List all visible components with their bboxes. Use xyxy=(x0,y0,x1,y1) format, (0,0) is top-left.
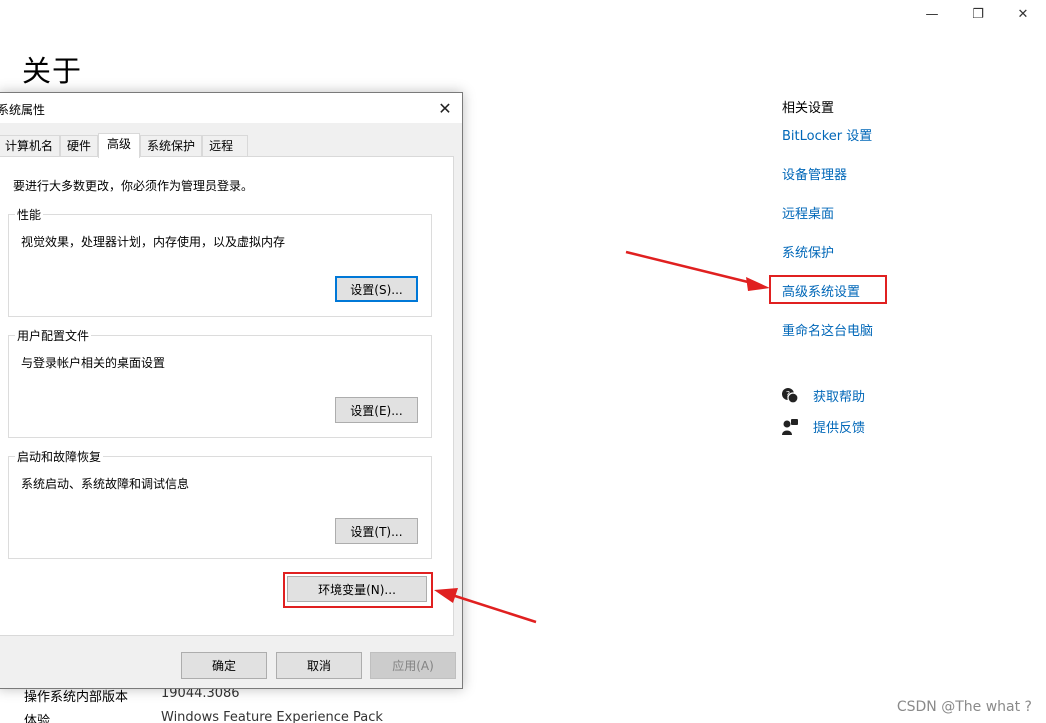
chat-help-icon: ? xyxy=(781,387,799,405)
link-bitlocker[interactable]: BitLocker 设置 xyxy=(782,125,872,144)
feedback-link[interactable]: 提供反馈 xyxy=(781,417,865,436)
link-device-manager[interactable]: 设备管理器 xyxy=(782,164,847,183)
system-properties-dialog: 系统属性 ✕ 计算机名 硬件 高级 系统保护 远程 要进行大多数更改，你必须作为… xyxy=(0,92,463,689)
performance-group: 性能 视觉效果，处理器计划，内存使用，以及虚拟内存 设置(S)... xyxy=(8,206,432,317)
performance-label: 性能 xyxy=(15,206,44,223)
startup-recovery-settings-button[interactable]: 设置(T)... xyxy=(335,518,418,544)
get-help-link[interactable]: ? 获取帮助 xyxy=(781,386,865,405)
tab-remote[interactable]: 远程 xyxy=(202,135,249,157)
tab-system-protection[interactable]: 系统保护 xyxy=(140,135,203,157)
link-remote-desktop[interactable]: 远程桌面 xyxy=(782,203,834,222)
link-system-protection[interactable]: 系统保护 xyxy=(782,242,834,261)
minimize-button[interactable]: — xyxy=(909,2,955,26)
highlight-box-advanced-settings xyxy=(769,275,887,304)
watermark: CSDN @The what ? xyxy=(896,699,1032,715)
user-profiles-desc: 与登录帐户相关的桌面设置 xyxy=(21,356,166,370)
user-profiles-group: 用户配置文件 与登录帐户相关的桌面设置 设置(E)... xyxy=(8,327,432,438)
performance-settings-button[interactable]: 设置(S)... xyxy=(335,276,418,302)
tab-advanced[interactable]: 高级 xyxy=(98,133,141,158)
highlight-box-env-vars xyxy=(283,572,433,608)
restore-button[interactable]: ❐ xyxy=(955,2,1001,26)
startup-recovery-desc: 系统启动、系统故障和调试信息 xyxy=(21,477,190,491)
apply-button[interactable]: 应用(A) xyxy=(370,652,456,679)
user-profiles-settings-button[interactable]: 设置(E)... xyxy=(335,397,418,423)
user-profiles-label: 用户配置文件 xyxy=(15,327,92,344)
svg-text:?: ? xyxy=(786,390,790,399)
page-title: 关于 xyxy=(22,54,83,88)
close-window-button[interactable]: ✕ xyxy=(1000,2,1046,26)
dialog-close-icon[interactable]: ✕ xyxy=(434,97,456,119)
experience-label: 体验 xyxy=(24,714,51,723)
startup-recovery-label: 启动和故障恢复 xyxy=(15,448,104,465)
ok-button[interactable]: 确定 xyxy=(181,652,267,679)
dialog-title: 系统属性 xyxy=(0,103,46,117)
tab-hardware[interactable]: 硬件 xyxy=(60,135,99,157)
tab-strip: 计算机名 硬件 高级 系统保护 远程 xyxy=(0,133,249,158)
performance-desc: 视觉效果，处理器计划，内存使用，以及虚拟内存 xyxy=(21,235,286,249)
cancel-button[interactable]: 取消 xyxy=(276,652,362,679)
link-rename-pc[interactable]: 重命名这台电脑 xyxy=(782,320,873,339)
feedback-label: 提供反馈 xyxy=(813,421,866,436)
arrow-to-advanced-settings xyxy=(625,250,770,291)
dialog-titlebar[interactable]: 系统属性 ✕ xyxy=(0,93,462,123)
tab-computer-name[interactable]: 计算机名 xyxy=(0,135,61,157)
related-settings-heading: 相关设置 xyxy=(782,101,835,116)
admin-notice: 要进行大多数更改，你必须作为管理员登录。 xyxy=(13,179,254,193)
experience-value: Windows Feature Experience Pack xyxy=(161,710,383,723)
feedback-icon xyxy=(781,418,799,436)
get-help-label: 获取帮助 xyxy=(813,390,866,405)
startup-recovery-group: 启动和故障恢复 系统启动、系统故障和调试信息 设置(T)... xyxy=(8,448,432,559)
